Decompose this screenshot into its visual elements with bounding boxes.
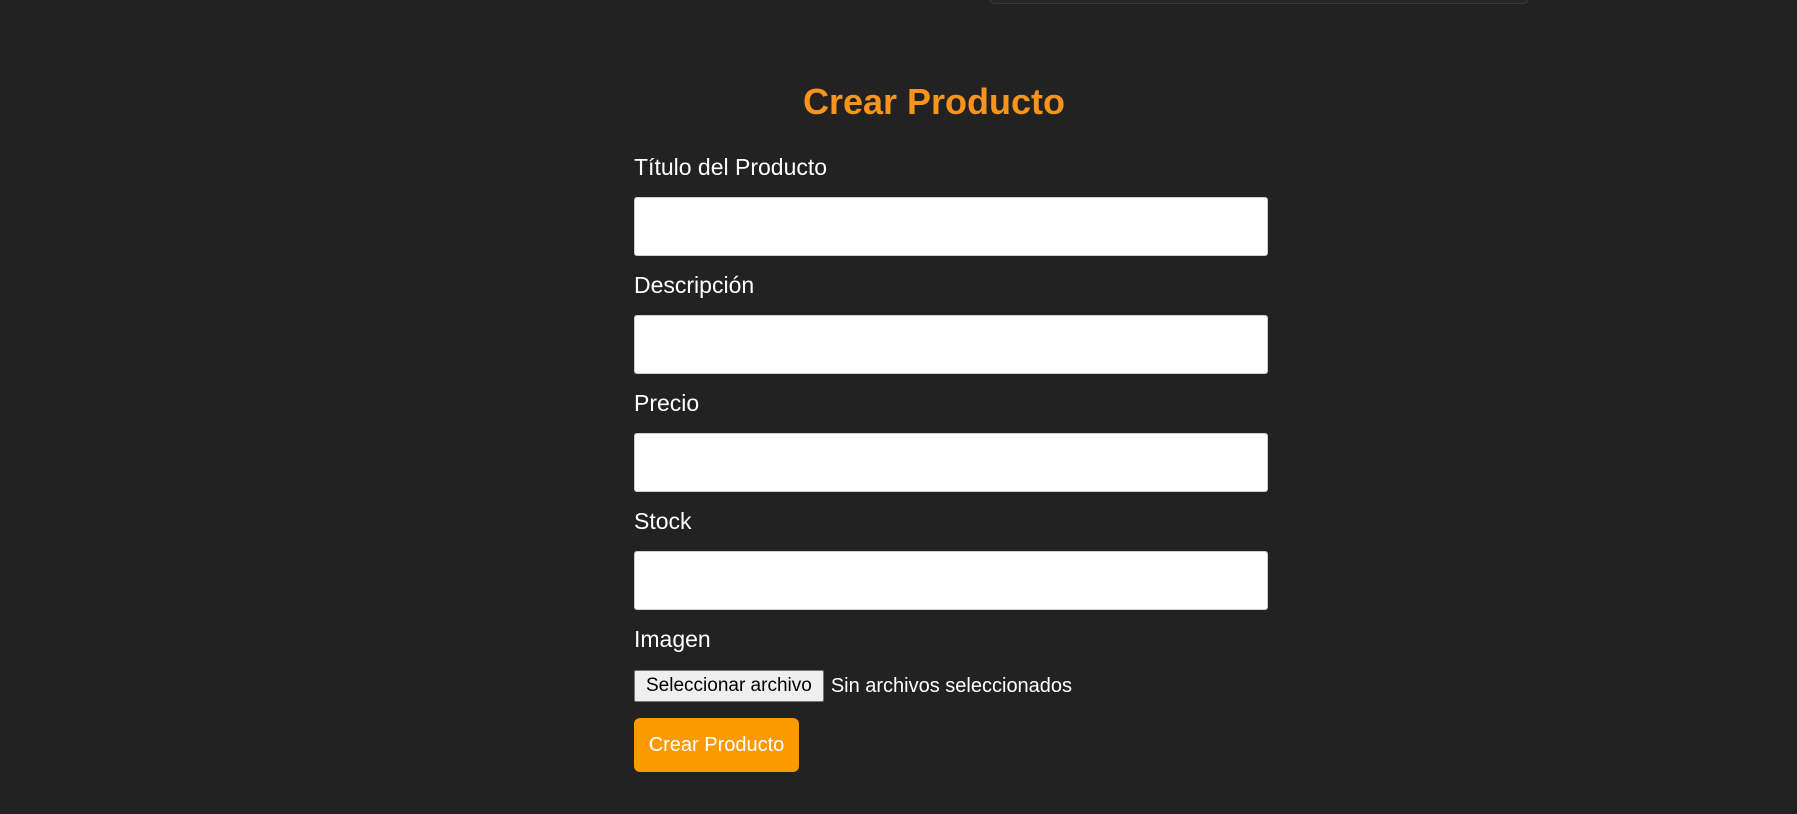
- select-file-button[interactable]: Seleccionar archivo: [634, 670, 824, 702]
- stock-field-label: Stock: [634, 508, 692, 534]
- file-picker: Seleccionar archivo Sin archivos selecci…: [634, 670, 1072, 702]
- title-field-label: Título del Producto: [634, 154, 828, 180]
- description-input[interactable]: [634, 315, 1268, 374]
- stock-input[interactable]: [634, 551, 1268, 610]
- file-status-text: Sin archivos seleccionados: [830, 674, 1073, 697]
- page-title: Crear Producto: [802, 81, 1066, 122]
- description-field-label: Descripción: [634, 272, 755, 298]
- top-panel-edge: [989, 0, 1529, 4]
- price-field-label: Precio: [634, 390, 700, 416]
- image-field-label: Imagen: [634, 626, 711, 652]
- create-product-button[interactable]: Crear Producto: [634, 718, 799, 772]
- price-input[interactable]: [634, 433, 1268, 492]
- title-input[interactable]: [634, 197, 1268, 256]
